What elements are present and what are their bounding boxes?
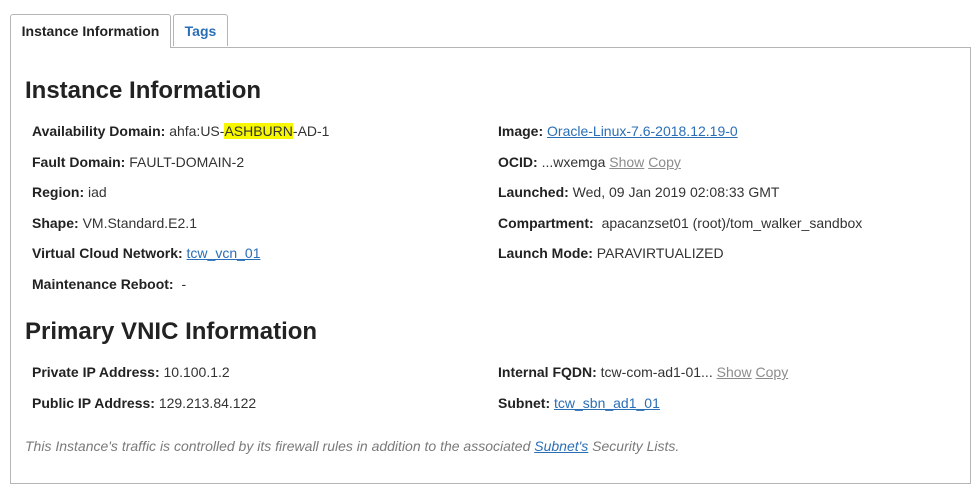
launched-row: Launched: Wed, 09 Jan 2019 02:08:33 GMT <box>498 184 779 200</box>
shape-value: VM.Standard.E2.1 <box>82 215 197 231</box>
footnote-text-after: Security Lists. <box>588 438 680 454</box>
image-row: Image: Oracle-Linux-7.6-2018.12.19-0 <box>498 123 738 139</box>
footnote-subnet-link[interactable]: Subnet's <box>534 438 588 454</box>
launch-mode-label: Launch Mode: <box>498 245 593 261</box>
subnet-row: Subnet: tcw_sbn_ad1_01 <box>498 395 660 411</box>
image-label: Image: <box>498 123 544 139</box>
fault-domain-value: FAULT-DOMAIN-2 <box>129 154 245 170</box>
private-ip-row: Private IP Address: 10.100.1.2 <box>32 364 230 380</box>
subnet-label: Subnet: <box>498 395 551 411</box>
public-ip-label: Public IP Address: <box>32 395 155 411</box>
compartment-row: Compartment: apacanzset01 (root)/tom_wal… <box>498 215 862 231</box>
ocid-value: ...wxemga <box>541 154 606 170</box>
availability-domain-value: ahfa:US-ASHBURN-AD-1 <box>169 123 330 139</box>
availability-domain-row: Availability Domain: ahfa:US-ASHBURN-AD-… <box>32 123 329 139</box>
compartment-label: Compartment: <box>498 215 594 231</box>
fault-domain-row: Fault Domain: FAULT-DOMAIN-2 <box>32 154 244 170</box>
internal-fqdn-label: Internal FQDN: <box>498 364 597 380</box>
image-link[interactable]: Oracle-Linux-7.6-2018.12.19-0 <box>547 123 738 139</box>
instance-information-heading: Instance Information <box>25 77 262 104</box>
public-ip-value: 129.213.84.122 <box>158 395 257 411</box>
region-value: iad <box>88 184 107 200</box>
primary-vnic-heading: Primary VNIC Information <box>25 318 318 345</box>
tab-instance-information[interactable]: Instance Information <box>10 14 171 48</box>
ocid-show-link[interactable]: Show <box>609 154 644 170</box>
subnet-link[interactable]: tcw_sbn_ad1_01 <box>554 395 660 411</box>
ocid-label: OCID: <box>498 154 538 170</box>
footnote-text-before: This Instance's traffic is controlled by… <box>25 438 535 454</box>
ocid-row: OCID: ...wxemga Show Copy <box>498 154 681 170</box>
public-ip-row: Public IP Address: 129.213.84.122 <box>32 395 256 411</box>
availability-domain-highlight: ASHBURN <box>224 123 293 139</box>
launched-label: Launched: <box>498 184 569 200</box>
vcn-label: Virtual Cloud Network: <box>32 245 183 261</box>
compartment-value: apacanzset01 (root)/tom_walker_sandbox <box>601 215 863 231</box>
internal-fqdn-row: Internal FQDN: tcw-com-ad1-01... Show Co… <box>498 364 788 380</box>
instance-details-panel: Instance Information Availability Domain… <box>10 47 971 484</box>
tab-tags[interactable]: Tags <box>173 14 228 46</box>
shape-row: Shape: VM.Standard.E2.1 <box>32 215 197 231</box>
fqdn-copy-link[interactable]: Copy <box>756 364 789 380</box>
launch-mode-row: Launch Mode: PARAVIRTUALIZED <box>498 245 724 261</box>
firewall-footnote: This Instance's traffic is controlled by… <box>25 438 679 454</box>
vcn-link[interactable]: tcw_vcn_01 <box>187 245 261 261</box>
region-row: Region: iad <box>32 184 107 200</box>
internal-fqdn-value: tcw-com-ad1-01... <box>600 364 713 380</box>
maintenance-reboot-row: Maintenance Reboot: - <box>32 276 186 292</box>
vcn-row: Virtual Cloud Network: tcw_vcn_01 <box>32 245 260 261</box>
launched-value: Wed, 09 Jan 2019 02:08:33 GMT <box>572 184 780 200</box>
maintenance-reboot-label: Maintenance Reboot: <box>32 276 174 292</box>
launch-mode-value: PARAVIRTUALIZED <box>596 245 724 261</box>
maintenance-reboot-value: - <box>181 276 187 292</box>
fqdn-show-link[interactable]: Show <box>717 364 752 380</box>
private-ip-value: 10.100.1.2 <box>163 364 230 380</box>
availability-domain-label: Availability Domain: <box>32 123 166 139</box>
region-label: Region: <box>32 184 85 200</box>
fault-domain-label: Fault Domain: <box>32 154 126 170</box>
ocid-copy-link[interactable]: Copy <box>648 154 681 170</box>
private-ip-label: Private IP Address: <box>32 364 160 380</box>
shape-label: Shape: <box>32 215 79 231</box>
